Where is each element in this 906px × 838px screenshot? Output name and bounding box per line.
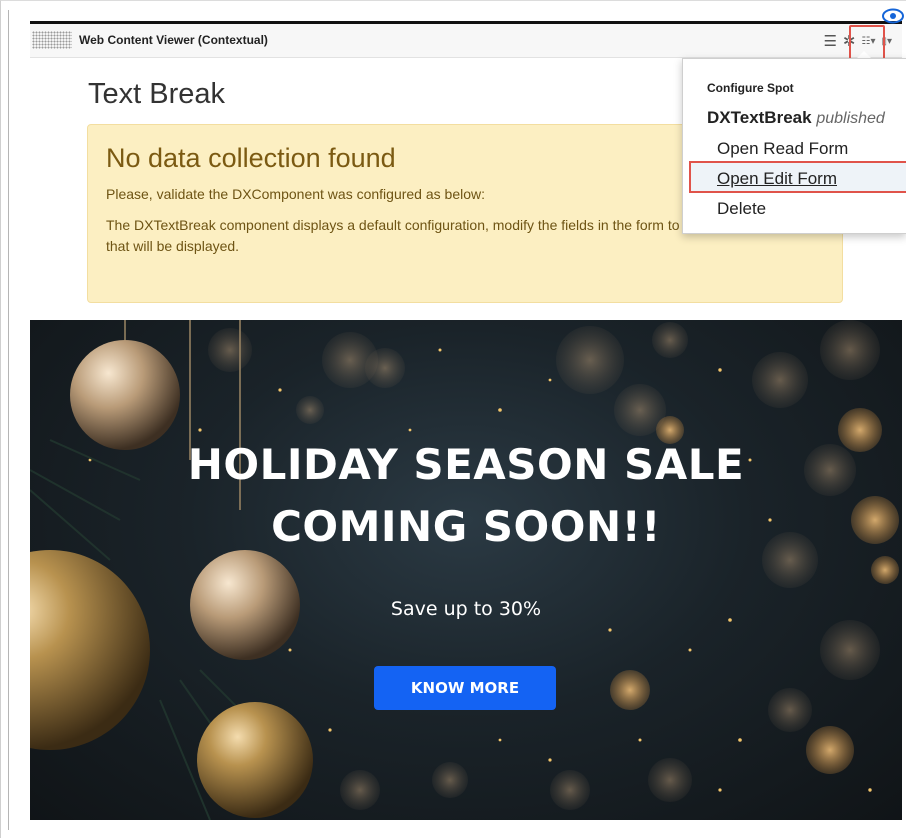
drag-handle-icon[interactable]	[32, 31, 72, 49]
menu-item-open-edit-form[interactable]: Open Edit Form	[717, 169, 837, 189]
portlet-title: Web Content Viewer (Contextual)	[79, 33, 268, 47]
banner-headline-line-1: HOLIDAY SEASON SALE	[187, 440, 745, 489]
menu-component-title: DXTextBreak published	[707, 108, 885, 128]
bokeh-background-image	[30, 320, 899, 820]
eye-icon[interactable]	[880, 6, 906, 26]
holiday-banner: HOLIDAY SEASON SALE COMING SOON!! Save u…	[30, 320, 902, 820]
know-more-button[interactable]: KNOW MORE	[374, 666, 556, 710]
page-title: Text Break	[88, 78, 225, 110]
component-name: DXTextBreak	[707, 108, 812, 127]
component-status: published	[816, 110, 885, 127]
menu-icon[interactable]: ☰	[823, 34, 836, 49]
banner-headline-line-2: COMING SOON!!	[271, 502, 661, 551]
portlet-header: Web Content Viewer (Contextual) ☰ ✲ ☷▾ ▯…	[30, 24, 902, 58]
menu-item-open-read-form[interactable]: Open Read Form	[717, 139, 848, 159]
menu-caret	[857, 51, 871, 58]
banner-subtitle: Save up to 30%	[390, 598, 542, 620]
configure-spot-menu: Configure Spot DXTextBreak published Ope…	[682, 58, 906, 234]
menu-heading: Configure Spot	[707, 81, 794, 95]
left-gutter-line	[8, 10, 9, 830]
menu-item-delete[interactable]: Delete	[717, 199, 766, 219]
